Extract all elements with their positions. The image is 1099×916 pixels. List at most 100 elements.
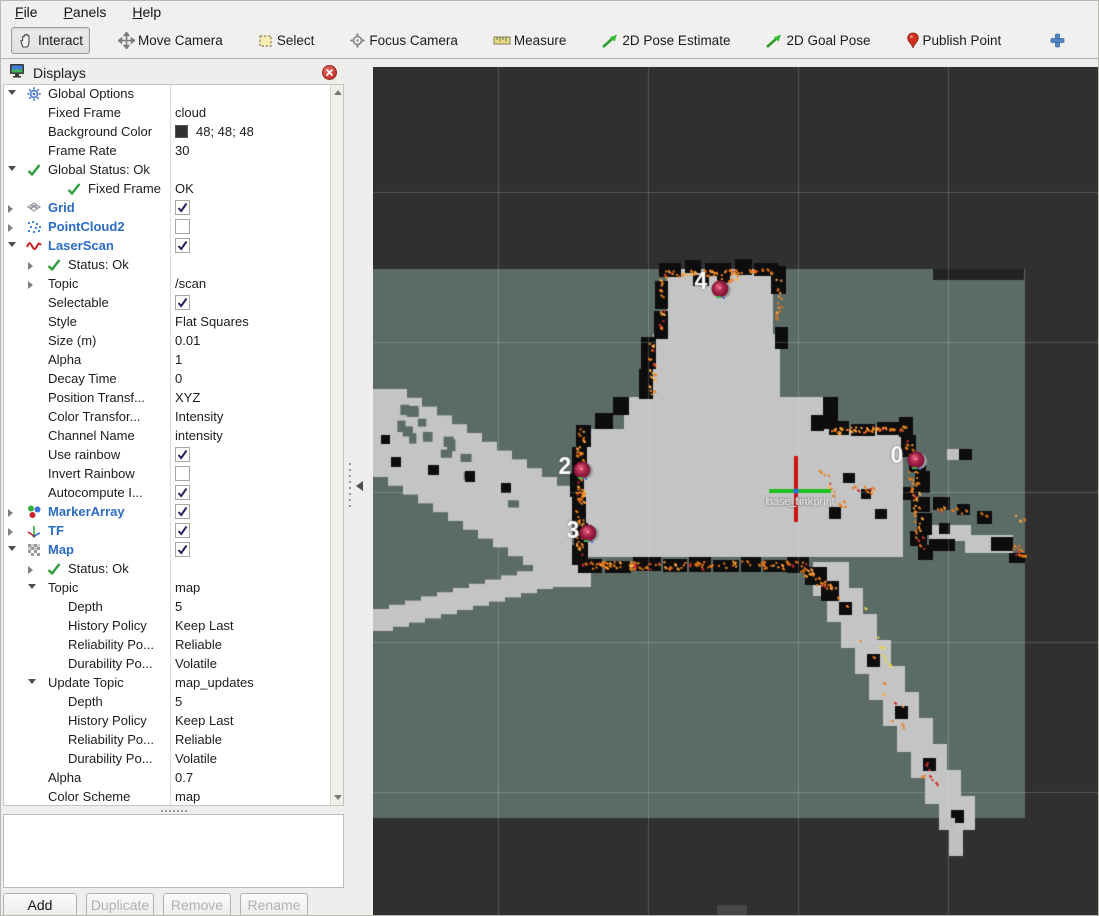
tree-row-grid[interactable]: Grid (4, 199, 343, 218)
expander-closed-icon[interactable] (28, 281, 33, 289)
tree-scrollbar[interactable] (330, 85, 343, 805)
tree-row-invert-rainbow[interactable]: Invert Rainbow (4, 465, 343, 484)
tree-value[interactable] (175, 200, 190, 215)
tree-value[interactable]: Keep Last (175, 713, 234, 728)
tree-value[interactable]: 0 (175, 371, 182, 386)
add-button[interactable]: Add (3, 893, 77, 916)
expander-closed-icon[interactable] (8, 205, 13, 213)
tree-value[interactable]: Flat Squares (175, 314, 249, 329)
expander-closed-icon[interactable] (8, 528, 13, 536)
tool-2d-goal-pose[interactable]: 2D Goal Pose (758, 28, 877, 54)
tree-row-global-status-ok[interactable]: Global Status: Ok (4, 161, 343, 180)
tree-value[interactable] (175, 219, 190, 234)
checkbox-checked[interactable] (175, 504, 190, 519)
checkbox-checked[interactable] (175, 523, 190, 538)
expander-open-icon[interactable] (8, 242, 16, 247)
tree-value[interactable]: OK (175, 181, 194, 196)
tree-row-reliability-po-[interactable]: Reliability Po...Reliable (4, 636, 343, 655)
tool-interact[interactable]: Interact (11, 27, 90, 54)
tree-row-map[interactable]: Map (4, 541, 343, 560)
tree-row-selectable[interactable]: Selectable (4, 294, 343, 313)
tree-value[interactable] (175, 485, 190, 500)
tree-row-pointcloud2[interactable]: PointCloud2 (4, 218, 343, 237)
scroll-down-icon[interactable] (334, 795, 342, 800)
tree-value[interactable]: map (175, 789, 200, 804)
tree-row-durability-po-[interactable]: Durability Po...Volatile (4, 750, 343, 769)
tree-value[interactable] (175, 447, 190, 462)
expander-open-icon[interactable] (28, 679, 36, 684)
tree-value[interactable]: 0.7 (175, 770, 193, 785)
tool-measure[interactable]: Measure (486, 28, 574, 53)
expander-open-icon[interactable] (8, 90, 16, 95)
tree-row-history-policy[interactable]: History PolicyKeep Last (4, 712, 343, 731)
tree-row-status-ok[interactable]: Status: Ok (4, 256, 343, 275)
tree-row-fixed-frame[interactable]: Fixed FrameOK (4, 180, 343, 199)
tree-value[interactable]: XYZ (175, 390, 200, 405)
dock-splitter[interactable] (344, 59, 373, 916)
tree-row-update-topic[interactable]: Update Topicmap_updates (4, 674, 343, 693)
tree-value[interactable]: map_updates (175, 675, 254, 690)
tree-value[interactable] (175, 466, 190, 481)
tree-value[interactable]: 1 (175, 352, 182, 367)
tool-select[interactable]: Select (251, 28, 322, 54)
tree-row-fixed-frame[interactable]: Fixed Framecloud (4, 104, 343, 123)
tree-value[interactable]: cloud (175, 105, 206, 120)
tree-value[interactable]: Keep Last (175, 618, 234, 633)
expander-open-icon[interactable] (28, 584, 36, 589)
tree-row-color-scheme[interactable]: Color Schememap (4, 788, 343, 806)
checkbox-checked[interactable] (175, 200, 190, 215)
expander-closed-icon[interactable] (28, 262, 33, 270)
scroll-up-icon[interactable] (334, 90, 342, 95)
tree-row-durability-po-[interactable]: Durability Po...Volatile (4, 655, 343, 674)
tree-row-depth[interactable]: Depth5 (4, 598, 343, 617)
close-icon[interactable] (322, 65, 337, 80)
collapse-arrow-icon[interactable] (356, 481, 363, 491)
tree-value[interactable]: 30 (175, 143, 189, 158)
tree-value[interactable]: Intensity (175, 409, 223, 424)
add-tool-button[interactable] (1045, 28, 1070, 53)
menu-item-panels[interactable]: Panels (60, 3, 111, 21)
tree-value[interactable]: /scan (175, 276, 206, 291)
tool-publish-point[interactable]: Publish Point (899, 27, 1009, 54)
tree-value[interactable]: 48; 48; 48 (175, 124, 254, 139)
tree-row-tf[interactable]: TF (4, 522, 343, 541)
expander-closed-icon[interactable] (28, 566, 33, 574)
expander-closed-icon[interactable] (8, 509, 13, 517)
tree-row-use-rainbow[interactable]: Use rainbow (4, 446, 343, 465)
tree-row-style[interactable]: StyleFlat Squares (4, 313, 343, 332)
tree-value[interactable]: Volatile (175, 751, 217, 766)
tree-row-channel-name[interactable]: Channel Nameintensity (4, 427, 343, 446)
checkbox-checked[interactable] (175, 447, 190, 462)
tree-value[interactable]: Reliable (175, 732, 222, 747)
tree-value[interactable]: map (175, 580, 200, 595)
tree-row-topic[interactable]: Topic/scan (4, 275, 343, 294)
tree-value[interactable] (175, 238, 190, 253)
tree-value[interactable] (175, 504, 190, 519)
tree-row-size-m-[interactable]: Size (m)0.01 (4, 332, 343, 351)
tree-row-autocompute-i-[interactable]: Autocompute I... (4, 484, 343, 503)
checkbox-checked[interactable] (175, 238, 190, 253)
tree-row-color-transfor-[interactable]: Color Transfor...Intensity (4, 408, 343, 427)
tree-value[interactable] (175, 295, 190, 310)
tree-value[interactable]: intensity (175, 428, 223, 443)
tree-row-position-transf-[interactable]: Position Transf...XYZ (4, 389, 343, 408)
checkbox-unchecked[interactable] (175, 466, 190, 481)
tree-row-global-options[interactable]: Global Options (4, 85, 343, 104)
expander-closed-icon[interactable] (8, 224, 13, 232)
tree-row-status-ok[interactable]: Status: Ok (4, 560, 343, 579)
tree-row-depth[interactable]: Depth5 (4, 693, 343, 712)
checkbox-checked[interactable] (175, 295, 190, 310)
tree-row-reliability-po-[interactable]: Reliability Po...Reliable (4, 731, 343, 750)
checkbox-checked[interactable] (175, 542, 190, 557)
tool-focus-camera[interactable]: Focus Camera (342, 27, 465, 54)
tree-value[interactable]: 5 (175, 694, 182, 709)
tree-value[interactable] (175, 542, 190, 557)
menu-item-help[interactable]: Help (128, 3, 165, 21)
tree-value[interactable]: 5 (175, 599, 182, 614)
displays-panel-titlebar[interactable]: Displays (3, 61, 344, 84)
checkbox-unchecked[interactable] (175, 219, 190, 234)
tree-row-markerarray[interactable]: MarkerArray (4, 503, 343, 522)
tree-row-frame-rate[interactable]: Frame Rate30 (4, 142, 343, 161)
tree-value[interactable]: Volatile (175, 656, 217, 671)
expander-open-icon[interactable] (8, 166, 16, 171)
